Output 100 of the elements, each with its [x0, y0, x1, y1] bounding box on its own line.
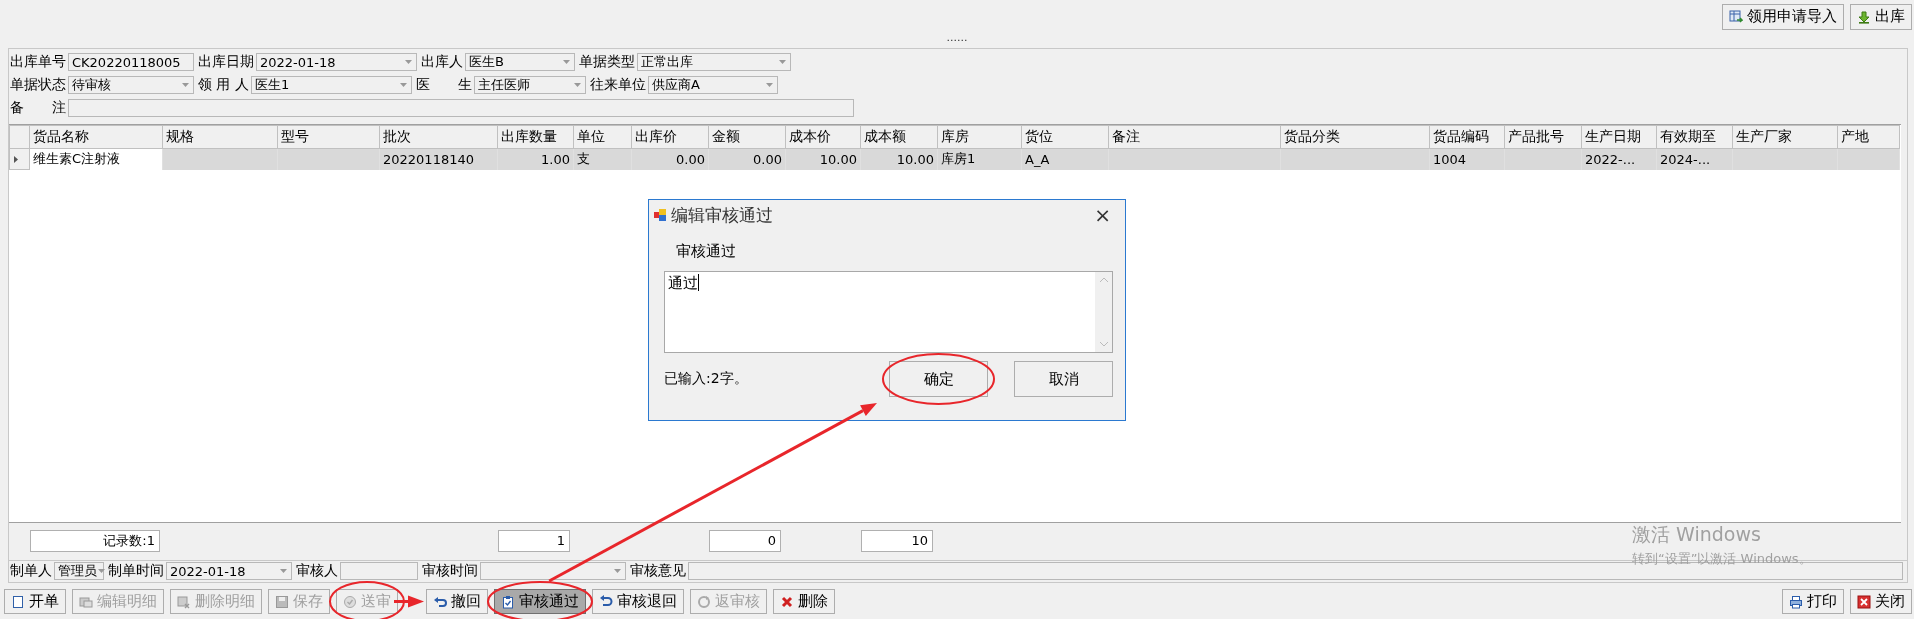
field-label: 审核人 [296, 562, 339, 581]
list-remove-icon [177, 594, 191, 609]
field-label: 制单人 [10, 562, 53, 581]
column-header[interactable]: 货品编码 [1429, 125, 1505, 149]
toolbar-button[interactable]: 审核通过 [494, 589, 586, 614]
field-label: 单据状态 [10, 76, 67, 94]
row-pointer-icon [13, 154, 19, 164]
dialog-button[interactable]: 取消 [1014, 361, 1113, 397]
dropdown-arrow-icon [181, 82, 190, 88]
toolbar-button[interactable]: 打印 [1782, 589, 1844, 614]
dropdown-field[interactable]: 正常出库 [637, 53, 791, 71]
dropdown-arrow-icon [764, 82, 774, 88]
field-label: 出库人 [421, 53, 464, 71]
total-field: 1 [498, 529, 570, 552]
document-icon [11, 594, 25, 609]
splitter-handle[interactable]: ...... [946, 33, 968, 47]
dropdown-field[interactable]: 待审核 [68, 76, 194, 94]
dropdown-field[interactable]: 2022-01-18 [166, 562, 292, 581]
total-field: 记录数:1 [30, 529, 160, 552]
close-button[interactable]: × [1088, 203, 1117, 227]
window-icon [653, 208, 667, 222]
field-label: 往来单位 [589, 76, 647, 94]
column-header[interactable]: 规格 [162, 125, 278, 149]
dropdown-field[interactable]: 医生B [465, 53, 575, 71]
column-header[interactable]: 成本额 [860, 125, 938, 149]
column-header[interactable]: 型号 [277, 125, 380, 149]
field-label: 备 注 [10, 99, 67, 117]
field-label: 制单时间 [108, 562, 165, 581]
scrollbar[interactable] [1095, 272, 1112, 352]
printer-icon [1789, 594, 1803, 609]
field-label: 审核时间 [422, 562, 479, 581]
column-header[interactable]: 生产厂家 [1732, 125, 1838, 149]
dropdown-arrow-icon [778, 59, 787, 65]
toolbar-button[interactable]: 出库 [1850, 3, 1912, 30]
dialog-title: 编辑审核通过 [671, 203, 774, 227]
x-icon [780, 594, 794, 609]
column-header[interactable]: 生产日期 [1581, 125, 1657, 149]
toolbar-button[interactable]: 领用申请导入 [1722, 3, 1844, 30]
dropdown-arrow-icon [562, 59, 571, 65]
table-import-icon [1729, 9, 1743, 24]
character-count: 已输入:2字。 [664, 370, 749, 388]
column-header[interactable]: 出库价 [631, 125, 709, 149]
field-label: 审核通过 [676, 242, 737, 261]
down-arrow-icon [1857, 9, 1871, 24]
dropdown-arrow-icon [398, 82, 408, 88]
close-icon [1857, 594, 1871, 609]
toolbar-button[interactable]: 关闭 [1850, 589, 1912, 614]
field-label: 单据类型 [579, 53, 636, 71]
field-label: 领 用 人 [198, 76, 250, 94]
activation-notice: 转到“设置”以激活 Windows。 [1632, 550, 1812, 568]
dialog-button[interactable]: 确定 [889, 361, 988, 397]
dropdown-field[interactable]: 医生1 [250, 76, 412, 94]
column-header[interactable]: 出库数量 [497, 125, 574, 149]
field-label: 出库单号 [10, 53, 67, 71]
dropdown-field[interactable]: 主任医师 [473, 76, 586, 94]
dropdown-field[interactable]: 2022-01-18 [256, 53, 417, 71]
scroll-down-icon [1098, 340, 1109, 348]
column-header[interactable]: 金额 [708, 125, 786, 149]
column-header[interactable]: 产地 [1837, 125, 1900, 149]
column-header[interactable]: 库房 [937, 125, 1022, 149]
column-header[interactable]: 货位 [1021, 125, 1109, 149]
column-header[interactable]: 单位 [573, 125, 632, 149]
return-arrow-icon [599, 594, 613, 609]
field-label: 医 生 [415, 76, 473, 94]
activation-notice: 激活 Windows [1632, 522, 1762, 547]
dropdown-arrow-icon [279, 568, 288, 575]
input-field[interactable] [340, 562, 418, 581]
row-header[interactable] [9, 148, 30, 170]
text-area[interactable]: 通过 [664, 271, 1113, 353]
total-field: 10 [861, 529, 933, 552]
scroll-up-icon [1098, 276, 1109, 284]
column-header[interactable]: 货品分类 [1280, 125, 1430, 149]
refresh-icon [697, 594, 711, 609]
input-field[interactable] [68, 99, 854, 117]
list-edit-icon [79, 594, 93, 609]
dropdown-arrow-icon [572, 82, 582, 88]
field-label: 出库日期 [198, 53, 255, 71]
toolbar-button[interactable]: 审核退回 [592, 589, 684, 614]
dropdown-arrow-icon [97, 568, 106, 575]
dropdown-field[interactable]: 供应商A [647, 76, 778, 94]
column-header[interactable]: 有效期至 [1656, 125, 1733, 149]
column-header[interactable]: 产品批号 [1504, 125, 1582, 149]
dropdown-field[interactable] [480, 562, 626, 581]
dropdown-field[interactable]: 管理员 [54, 562, 104, 581]
check-circle-icon [343, 594, 357, 609]
toolbar-button[interactable]: 撤回 [426, 589, 488, 614]
column-header[interactable]: 批次 [379, 125, 498, 149]
toolbar-button[interactable]: 删除 [773, 589, 835, 614]
text-cursor [698, 274, 699, 291]
column-header[interactable]: 备注 [1108, 125, 1281, 149]
clipboard-check-icon [501, 594, 515, 609]
input-field[interactable]: CK20220118005 [68, 53, 194, 71]
total-field: 0 [709, 529, 781, 552]
dropdown-arrow-icon [404, 59, 413, 65]
toolbar-button[interactable]: 开单 [4, 589, 66, 614]
field-label: 审核意见 [630, 562, 687, 581]
undo-arrow-icon [433, 594, 447, 609]
dropdown-arrow-icon [613, 568, 622, 575]
column-header[interactable]: 成本价 [785, 125, 861, 149]
column-header[interactable]: 货品名称 [29, 125, 163, 149]
